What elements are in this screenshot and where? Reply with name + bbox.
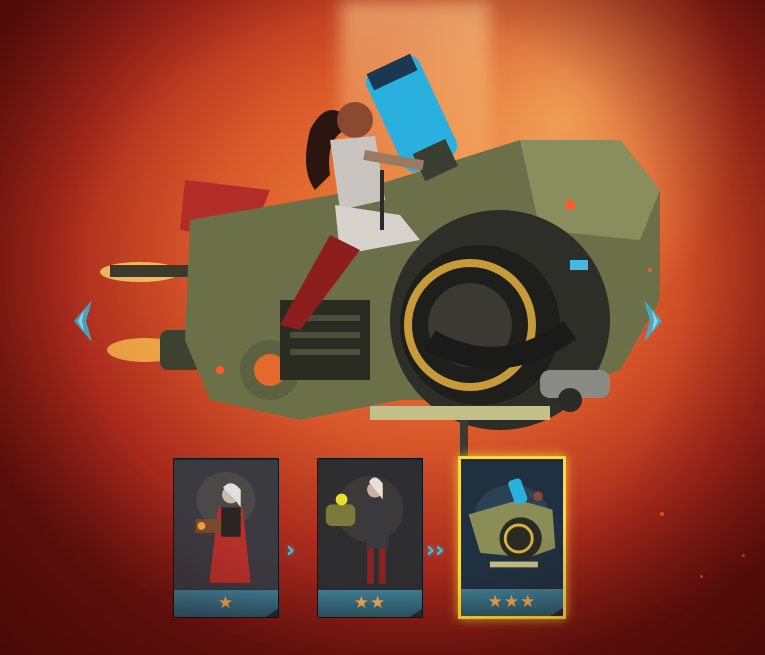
hero-portrait-stage-1: [174, 460, 278, 590]
star-rating: ★★★: [461, 589, 563, 616]
ember-spark: [660, 512, 664, 516]
step-arrow-2: ››: [426, 538, 445, 563]
ember-spark: [700, 575, 703, 578]
hero-hoverbike-illustration: [100, 53, 660, 460]
star-rating: ★★: [318, 590, 422, 617]
chevron-left-icon[interactable]: [70, 298, 96, 344]
evolution-card-stage-3[interactable]: ★★★: [458, 456, 566, 619]
star-rating: ★: [174, 590, 278, 617]
chevron-right-icon[interactable]: [640, 298, 666, 344]
step-arrow-1: ›: [286, 538, 296, 563]
evolution-card-stage-2[interactable]: ★★: [317, 458, 423, 618]
ember-spark: [742, 554, 745, 557]
ember-spark: [648, 268, 652, 272]
hero-portrait-stage-2: [318, 460, 422, 590]
evolution-card-stage-1[interactable]: ★: [173, 458, 279, 618]
hero-portrait-stage-3: [461, 461, 563, 589]
